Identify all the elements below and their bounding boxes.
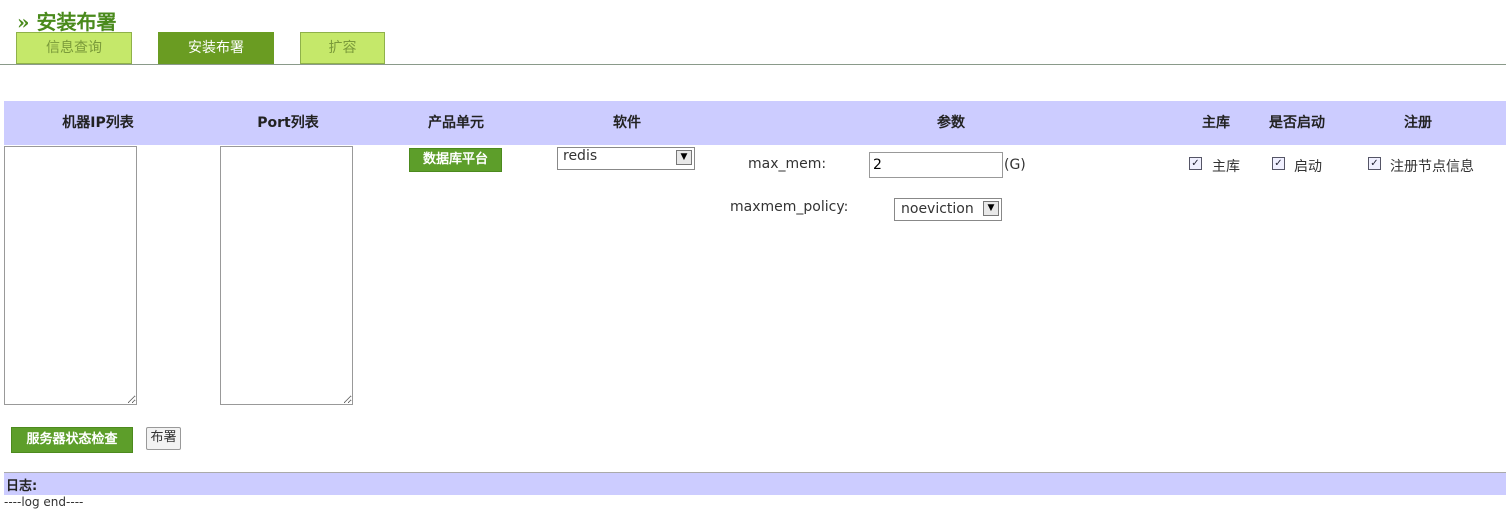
ip-list-textarea[interactable] — [4, 146, 137, 405]
tab-bar: 信息查询 安装布署 扩容 — [0, 32, 1506, 65]
maxmem-policy-label: maxmem_policy: — [730, 199, 849, 215]
header-start: 是否启动 — [1269, 115, 1325, 131]
log-label: 日志: — [6, 479, 38, 494]
tab-expand[interactable]: 扩容 — [300, 32, 385, 64]
start-checkbox[interactable]: ✓ — [1272, 157, 1285, 170]
chevron-down-icon[interactable]: ▼ — [676, 150, 692, 165]
master-checkbox[interactable]: ✓ — [1189, 157, 1202, 170]
page-title: » 安装布署 — [17, 10, 117, 34]
software-select-value: redis — [563, 148, 598, 164]
deploy-button[interactable]: 布署 — [146, 427, 181, 450]
chevron-down-icon[interactable]: ▼ — [983, 201, 999, 216]
server-status-check-button[interactable]: 服务器状态检查 — [11, 427, 133, 453]
max-mem-label: max_mem: — [748, 156, 827, 172]
tab-info-query[interactable]: 信息查询 — [16, 32, 132, 64]
header-register: 注册 — [1404, 115, 1432, 131]
register-checkbox-label: 注册节点信息 — [1390, 159, 1474, 175]
header-software: 软件 — [613, 115, 641, 131]
tab-install-deploy[interactable]: 安装布署 — [158, 32, 274, 64]
log-content: ----log end---- — [4, 495, 84, 509]
header-product-unit: 产品单元 — [428, 115, 484, 131]
product-unit-button[interactable]: 数据库平台 — [409, 148, 502, 172]
maxmem-policy-value: noeviction — [901, 201, 974, 217]
register-checkbox[interactable]: ✓ — [1368, 157, 1381, 170]
master-checkbox-label: 主库 — [1212, 159, 1240, 175]
port-list-textarea[interactable] — [220, 146, 353, 405]
log-header: 日志: — [4, 472, 1506, 495]
max-mem-unit: (G) — [1004, 157, 1026, 173]
header-master: 主库 — [1202, 115, 1230, 131]
maxmem-policy-select[interactable]: noeviction ▼ — [894, 198, 1002, 221]
max-mem-input[interactable]: 2 — [869, 152, 1003, 178]
software-select[interactable]: redis ▼ — [557, 147, 695, 170]
header-port-list: Port列表 — [257, 115, 319, 131]
start-checkbox-label: 启动 — [1294, 159, 1322, 175]
table-header: 机器IP列表 Port列表 产品单元 软件 参数 主库 是否启动 注册 — [4, 101, 1506, 145]
header-params: 参数 — [937, 115, 965, 131]
header-ip-list: 机器IP列表 — [62, 115, 134, 131]
